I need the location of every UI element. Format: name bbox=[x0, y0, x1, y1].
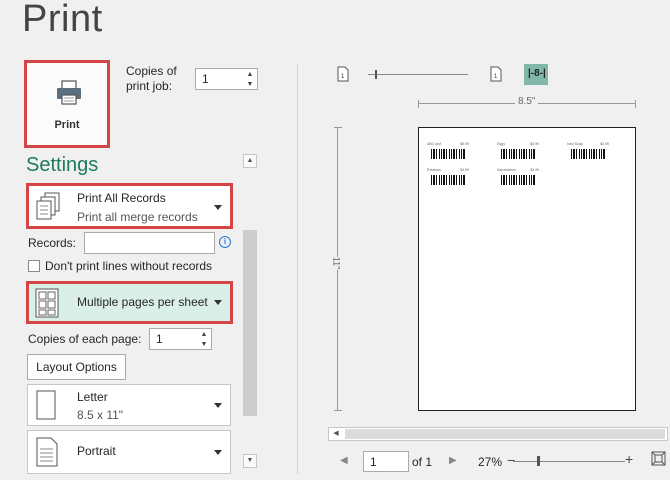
fit-width-button[interactable]: |-8-| bbox=[524, 64, 548, 85]
single-page-icon[interactable]: 1 bbox=[490, 66, 502, 82]
print-records-subtitle: Print all merge records bbox=[77, 210, 198, 224]
zoom-out-icon[interactable]: − bbox=[507, 452, 515, 468]
orientation-title: Portrait bbox=[77, 444, 116, 458]
preview-horizontal-scrollbar[interactable]: ◀ bbox=[328, 427, 668, 441]
scroll-down-arrow-icon[interactable]: ▼ bbox=[243, 454, 257, 468]
copies-each-label: Copies of each page: bbox=[28, 332, 142, 346]
print-preview-page: ABC Ipsf $5.99 Eggs $3.99 Iced Soap $3.99 P… bbox=[418, 127, 636, 411]
records-label: Records: bbox=[28, 236, 77, 250]
dont-print-lines-checkbox[interactable] bbox=[28, 260, 40, 272]
copies-job-stepper[interactable]: 1 ▲ ▼ bbox=[195, 68, 258, 90]
barcode bbox=[431, 149, 465, 159]
width-ruler-label: 8.5" bbox=[515, 96, 539, 107]
barcode bbox=[501, 149, 535, 159]
chevron-down-icon bbox=[214, 300, 222, 305]
barcode bbox=[571, 149, 605, 159]
print-records-dropdown[interactable]: Print All Records Print all merge record… bbox=[26, 183, 233, 229]
settings-scrollbar[interactable]: ▲ ▼ bbox=[242, 154, 258, 468]
fit-width-icon: |-8-| bbox=[528, 68, 546, 79]
paper-size-title: Letter bbox=[77, 390, 108, 404]
preview-zoom-track[interactable] bbox=[368, 70, 468, 79]
scroll-thumb[interactable] bbox=[243, 230, 257, 416]
preview-zoom-knob[interactable] bbox=[375, 70, 377, 79]
preview-label: Iced Soap $3.99 bbox=[567, 142, 613, 166]
orientation-dropdown[interactable]: Portrait bbox=[27, 430, 231, 474]
printer-icon bbox=[57, 80, 81, 105]
records-input[interactable] bbox=[84, 232, 215, 254]
chevron-down-icon bbox=[214, 403, 222, 408]
page-icon bbox=[36, 390, 56, 420]
settings-heading: Settings bbox=[26, 154, 99, 176]
next-page-icon[interactable]: ▶ bbox=[449, 455, 457, 466]
paper-size-subtitle: 8.5 x 11" bbox=[77, 408, 124, 422]
page-count-label: of 1 bbox=[412, 455, 433, 469]
copies-each-value: 1 bbox=[156, 332, 163, 346]
preview-label: Sandwiches $3.99 bbox=[497, 168, 543, 192]
preview-label: ABC Ipsf $5.99 bbox=[427, 142, 473, 166]
copies-each-stepper[interactable]: 1 ▲ ▼ bbox=[149, 328, 212, 350]
page-title: Print bbox=[22, 0, 103, 40]
info-icon[interactable]: i bbox=[219, 236, 231, 248]
zoom-slider-knob[interactable] bbox=[537, 456, 540, 466]
preview-label: Eggs $3.99 bbox=[497, 142, 543, 166]
chevron-down-icon bbox=[214, 205, 222, 210]
zoom-to-page-icon[interactable] bbox=[651, 451, 666, 466]
print-button[interactable]: Print bbox=[24, 60, 110, 148]
barcode bbox=[501, 175, 535, 185]
zoom-in-icon[interactable]: + bbox=[625, 451, 633, 467]
chevron-down-icon bbox=[214, 450, 222, 455]
copies-job-label-line2: print job: bbox=[126, 79, 173, 93]
preview-label: Potatoes $4.99 bbox=[427, 168, 473, 192]
portrait-page-icon bbox=[36, 437, 58, 467]
copies-job-value: 1 bbox=[202, 72, 209, 86]
page-number-value: 1 bbox=[370, 455, 377, 469]
copies-job-label-line1: Copies of bbox=[126, 64, 177, 78]
copies-job-label: Copies of print job: bbox=[126, 64, 177, 94]
pages-stack-icon bbox=[36, 192, 60, 220]
print-records-title: Print All Records bbox=[77, 191, 166, 205]
layout-options-button[interactable]: Layout Options bbox=[27, 354, 126, 380]
print-button-label: Print bbox=[54, 119, 80, 131]
barcode bbox=[431, 175, 465, 185]
previous-page-icon[interactable]: ◀ bbox=[340, 455, 348, 466]
stepper-arrows[interactable]: ▲ ▼ bbox=[245, 70, 255, 90]
pages-per-sheet-dropdown[interactable]: Multiple pages per sheet bbox=[26, 281, 233, 324]
panel-divider bbox=[297, 64, 298, 474]
height-ruler-label: 11" bbox=[331, 256, 342, 270]
horizontal-scroll-thumb[interactable] bbox=[345, 429, 665, 439]
stepper-arrows[interactable]: ▲ ▼ bbox=[199, 330, 209, 350]
pages-per-sheet-title: Multiple pages per sheet bbox=[77, 295, 208, 309]
scroll-up-arrow-icon[interactable]: ▲ bbox=[243, 154, 257, 168]
page-number-input[interactable]: 1 bbox=[363, 451, 409, 472]
multiple-pages-icon bbox=[35, 288, 59, 318]
zoom-slider[interactable] bbox=[513, 456, 625, 466]
single-page-view-icon[interactable]: 1 bbox=[337, 66, 349, 82]
paper-size-dropdown[interactable]: Letter 8.5 x 11" bbox=[27, 384, 231, 426]
dont-print-lines-label: Don't print lines without records bbox=[45, 259, 213, 273]
scroll-left-arrow-icon[interactable]: ◀ bbox=[329, 428, 343, 440]
zoom-percent[interactable]: 27% bbox=[478, 455, 502, 469]
